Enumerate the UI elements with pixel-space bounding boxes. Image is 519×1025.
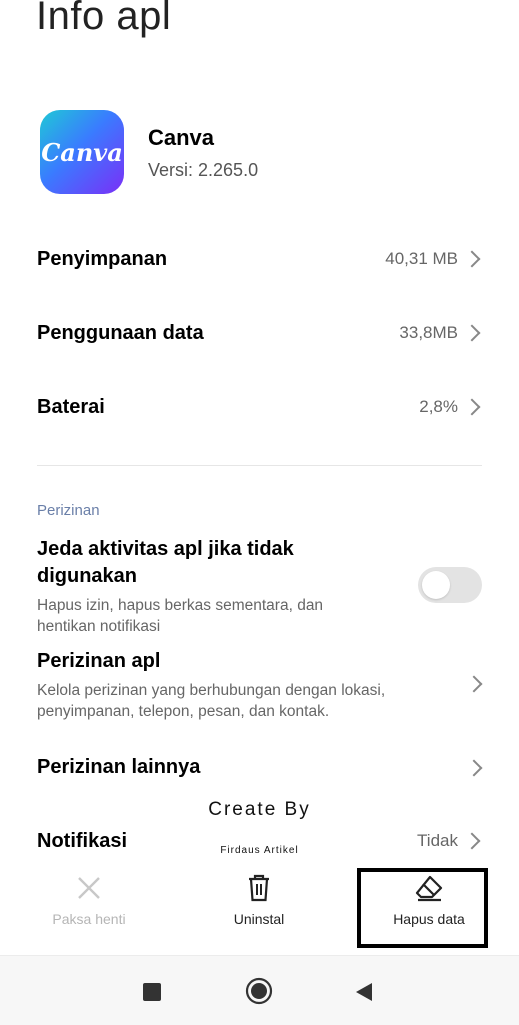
- storage-row[interactable]: Penyimpanan 40,31 MB: [37, 244, 482, 274]
- square-icon: [143, 983, 161, 1001]
- uninstall-label: Uninstal: [233, 911, 285, 927]
- pause-activity-title: Jeda aktivitas apl jika tidak digunakan: [37, 538, 294, 587]
- circle-icon: [245, 977, 273, 1005]
- force-stop-button[interactable]: Paksa henti: [24, 870, 154, 927]
- recents-button[interactable]: [143, 983, 161, 1006]
- triangle-back-icon: [356, 983, 372, 1001]
- back-button[interactable]: [355, 982, 373, 1007]
- app-icon-logo-text: Canva: [41, 137, 123, 167]
- battery-label: Baterai: [37, 395, 105, 418]
- home-button[interactable]: [245, 977, 273, 1010]
- close-icon: [24, 870, 154, 906]
- storage-value: 40,31 MB: [385, 249, 458, 268]
- permissions-section-title: Perizinan: [37, 502, 100, 519]
- pause-activity-toggle[interactable]: [418, 567, 482, 603]
- pause-activity-description: Hapus izin, hapus berkas sementara, dan …: [37, 597, 324, 635]
- force-stop-label: Paksa henti: [52, 911, 126, 927]
- chevron-right-icon: [463, 324, 481, 342]
- app-permissions-description: Kelola perizinan yang berhubungan dengan…: [37, 682, 386, 720]
- system-navigation-bar: [0, 955, 519, 1025]
- other-permissions-title: Perizinan lainnya: [37, 756, 201, 778]
- app-icon: Canva: [40, 110, 124, 194]
- highlight-box: [357, 868, 488, 948]
- data-usage-row[interactable]: Penggunaan data 33,8MB: [37, 318, 482, 348]
- storage-label: Penyimpanan: [37, 247, 168, 270]
- chevron-right-icon: [465, 759, 483, 777]
- uninstall-button[interactable]: Uninstal: [194, 870, 324, 927]
- app-name: Canva: [148, 125, 215, 150]
- app-permissions-title: Perizinan apl: [37, 650, 161, 672]
- watermark-line2: Firdaus Artikel: [220, 845, 299, 856]
- battery-value: 2,8%: [419, 397, 458, 416]
- page-title: Info apl: [36, 0, 172, 38]
- toggle-knob: [422, 571, 450, 599]
- battery-row[interactable]: Baterai 2,8%: [37, 392, 482, 422]
- chevron-right-icon: [465, 675, 483, 693]
- watermark-line1: Create By: [208, 799, 311, 820]
- chevron-right-icon: [463, 398, 481, 416]
- divider: [37, 465, 482, 466]
- trash-icon: [194, 870, 324, 906]
- data-usage-value: 33,8MB: [399, 323, 458, 342]
- app-version: Versi: 2.265.0: [148, 160, 259, 180]
- chevron-right-icon: [463, 250, 481, 268]
- data-usage-label: Penggunaan data: [37, 321, 204, 344]
